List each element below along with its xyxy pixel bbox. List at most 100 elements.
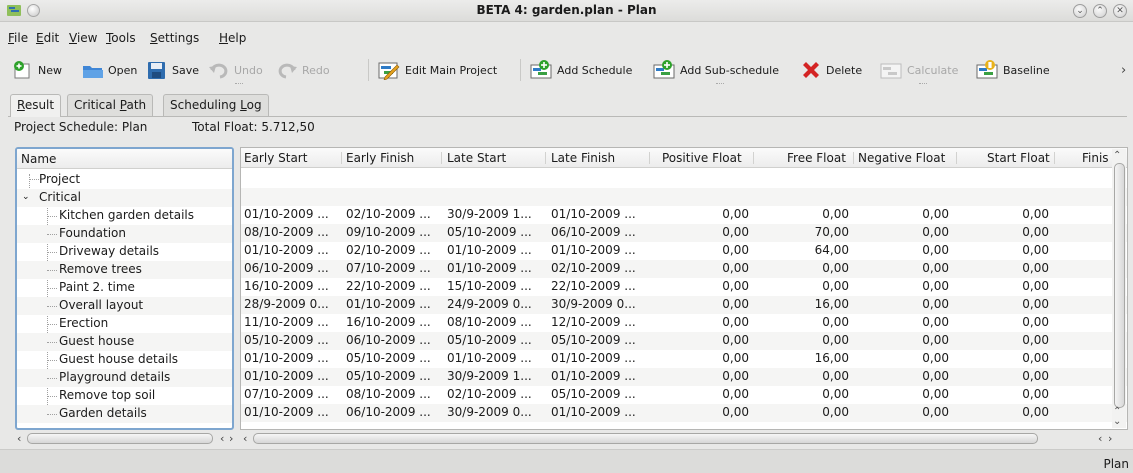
baseline-button[interactable]: Baseline	[975, 53, 1050, 87]
main-toolbar: New Open Save Undo Redo Edit Main Projec…	[0, 53, 1133, 89]
table-horizontal-thumb[interactable]	[253, 433, 1038, 444]
tree-item-critical[interactable]: ⌄ Critical	[17, 189, 232, 207]
tree-item-task[interactable]: Overall layout	[17, 297, 232, 315]
tree-item-task[interactable]: Remove top soil	[17, 387, 232, 405]
col-early-start[interactable]: Early Start	[244, 151, 307, 165]
tree-item-task[interactable]: Remove trees	[17, 261, 232, 279]
status-plan-label: Plan	[1103, 457, 1129, 471]
schedule-table[interactable]: Early Start Early Finish Late Start Late…	[240, 147, 1128, 430]
table-row[interactable]: 01/10-2009 ... 02/10-2009 ... 01/10-2009 .…	[241, 242, 1127, 260]
positive-float-cell: 0,00	[722, 387, 749, 401]
col-late-start[interactable]: Late Start	[447, 151, 506, 165]
tree-item-task[interactable]: Erection	[17, 315, 232, 333]
table-row[interactable]: 16/10-2009 ... 22/10-2009 ... 15/10-2009 .…	[241, 278, 1127, 296]
scroll-right-arrow-icon[interactable]: ›	[1108, 432, 1112, 445]
scroll-right-arrow-icon[interactable]: ›	[229, 432, 233, 445]
tab-scheduling-log[interactable]: Scheduling Log	[163, 94, 269, 116]
tab-result[interactable]: Result	[10, 94, 62, 117]
negative-float-cell: 0,00	[922, 405, 949, 419]
col-early-finish[interactable]: Early Finish	[346, 151, 414, 165]
table-row[interactable]: 01/10-2009 ... 05/10-2009 ... 30/9-2009 1.…	[241, 368, 1127, 386]
table-row[interactable]: 01/10-2009 ... 06/10-2009 ... 30/9-2009 0.…	[241, 404, 1127, 422]
late-finish-cell: 01/10-2009 ...	[551, 405, 636, 419]
maximize-button[interactable]: ⌃	[1093, 4, 1107, 18]
col-free-float[interactable]: Free Float	[787, 151, 846, 165]
menu-tools[interactable]: Tools	[106, 31, 136, 45]
free-float-cell: 70,00	[814, 225, 849, 239]
new-button[interactable]: New	[12, 53, 62, 87]
tree-item-task[interactable]: Kitchen garden details	[17, 207, 232, 225]
tree-horizontal-scrollbar[interactable]: ‹ ‹ ›	[15, 432, 236, 446]
col-positive-float[interactable]: Positive Float	[662, 151, 742, 165]
tree-item-project[interactable]: Project	[17, 171, 232, 189]
menu-view[interactable]: View	[69, 31, 97, 45]
table-row[interactable]: 01/10-2009 ... 05/10-2009 ... 01/10-2009 .…	[241, 350, 1127, 368]
tree-horizontal-thumb[interactable]	[27, 433, 213, 444]
menu-help[interactable]: Help	[219, 31, 246, 45]
early-start-cell: 06/10-2009 ...	[244, 261, 329, 275]
scroll-left-arrow-icon[interactable]: ‹	[1098, 432, 1102, 445]
negative-float-cell: 0,00	[922, 225, 949, 239]
collapse-chevron-icon[interactable]: ⌄	[22, 192, 30, 202]
vertical-scroll-thumb[interactable]	[1114, 163, 1125, 408]
table-row[interactable]: 01/10-2009 ... 02/10-2009 ... 30/9-2009 1.…	[241, 206, 1127, 224]
table-row[interactable]: 11/10-2009 ... 16/10-2009 ... 08/10-2009 .…	[241, 314, 1127, 332]
tab-critical-path[interactable]: Critical Path	[67, 94, 154, 116]
minimize-button[interactable]: ⌄	[1073, 4, 1087, 18]
tree-item-task[interactable]: Garden details	[17, 405, 232, 423]
early-start-cell: 07/10-2009 ...	[244, 387, 329, 401]
baseline-icon	[976, 60, 998, 79]
table-row[interactable]: 28/9-2009 0... 01/10-2009 ... 24/9-2009 0.…	[241, 296, 1127, 314]
tree-item-task[interactable]: Foundation	[17, 225, 232, 243]
table-row-critical[interactable]	[241, 188, 1127, 206]
redo-button[interactable]: Redo	[276, 53, 330, 87]
late-start-cell: 08/10-2009 ...	[447, 315, 532, 329]
table-row[interactable]: 07/10-2009 ... 08/10-2009 ... 02/10-2009 .…	[241, 386, 1127, 404]
scroll-left-arrow-icon[interactable]: ‹	[220, 432, 224, 445]
vertical-scrollbar[interactable]: ⌃ ⌃ ⌄	[1112, 149, 1126, 428]
menu-file[interactable]: File	[8, 31, 28, 45]
status-bar: Plan	[0, 449, 1133, 473]
undo-button[interactable]: Undo	[208, 53, 263, 87]
add-schedule-button[interactable]: Add Schedule	[529, 53, 632, 87]
scroll-up-arrow-icon[interactable]: ⌃	[1113, 151, 1121, 161]
free-float-cell: 0,00	[822, 387, 849, 401]
col-start-float[interactable]: Start Float	[987, 151, 1050, 165]
scroll-down-arrow-icon[interactable]: ⌄	[1113, 417, 1121, 427]
tree-item-task[interactable]: Playground details	[17, 369, 232, 387]
late-finish-cell: 01/10-2009 ...	[551, 243, 636, 257]
negative-float-cell: 0,00	[922, 243, 949, 257]
early-finish-cell: 22/10-2009 ...	[346, 279, 431, 293]
menu-edit[interactable]: Edit	[36, 31, 59, 45]
tree-item-task[interactable]: Driveway details	[17, 243, 232, 261]
calculate-button[interactable]: Calculate	[879, 53, 958, 87]
close-button[interactable]: ✕	[1113, 4, 1127, 18]
scroll-left-arrow-icon[interactable]: ‹	[243, 432, 247, 445]
table-row[interactable]: 05/10-2009 ... 06/10-2009 ... 05/10-2009 .…	[241, 332, 1127, 350]
table-horizontal-scrollbar[interactable]: ‹ ‹ ›	[240, 432, 1128, 446]
name-column-header[interactable]: Name	[21, 152, 56, 166]
add-subschedule-button[interactable]: Add Sub-schedule	[652, 53, 779, 87]
scroll-left-arrow-icon[interactable]: ‹	[17, 432, 21, 445]
toolbar-overflow-button[interactable]: ›	[1121, 53, 1126, 87]
col-finish-float[interactable]: Finis	[1082, 151, 1109, 165]
table-row[interactable]: 06/10-2009 ... 07/10-2009 ... 01/10-2009 .…	[241, 260, 1127, 278]
late-finish-cell: 06/10-2009 ...	[551, 225, 636, 239]
open-button[interactable]: Open	[82, 53, 137, 87]
menu-settings[interactable]: Settings	[150, 31, 199, 45]
table-row-project[interactable]	[241, 170, 1127, 188]
delete-button[interactable]: Delete	[800, 53, 862, 87]
task-tree-view[interactable]: Name Project ⌄ Critical Kitchen garden d…	[15, 147, 234, 430]
negative-float-cell: 0,00	[922, 279, 949, 293]
edit-main-project-button[interactable]: Edit Main Project	[377, 53, 497, 87]
early-finish-cell: 06/10-2009 ...	[346, 333, 431, 347]
start-float-cell: 0,00	[1022, 297, 1049, 311]
tree-item-task[interactable]: Paint 2. time	[17, 279, 232, 297]
col-late-finish[interactable]: Late Finish	[551, 151, 615, 165]
table-row[interactable]: 08/10-2009 ... 09/10-2009 ... 05/10-2009 .…	[241, 224, 1127, 242]
col-negative-float[interactable]: Negative Float	[858, 151, 945, 165]
tree-item-task[interactable]: Guest house details	[17, 351, 232, 369]
save-button[interactable]: Save	[146, 53, 199, 87]
tree-item-task[interactable]: Guest house	[17, 333, 232, 351]
positive-float-cell: 0,00	[722, 333, 749, 347]
